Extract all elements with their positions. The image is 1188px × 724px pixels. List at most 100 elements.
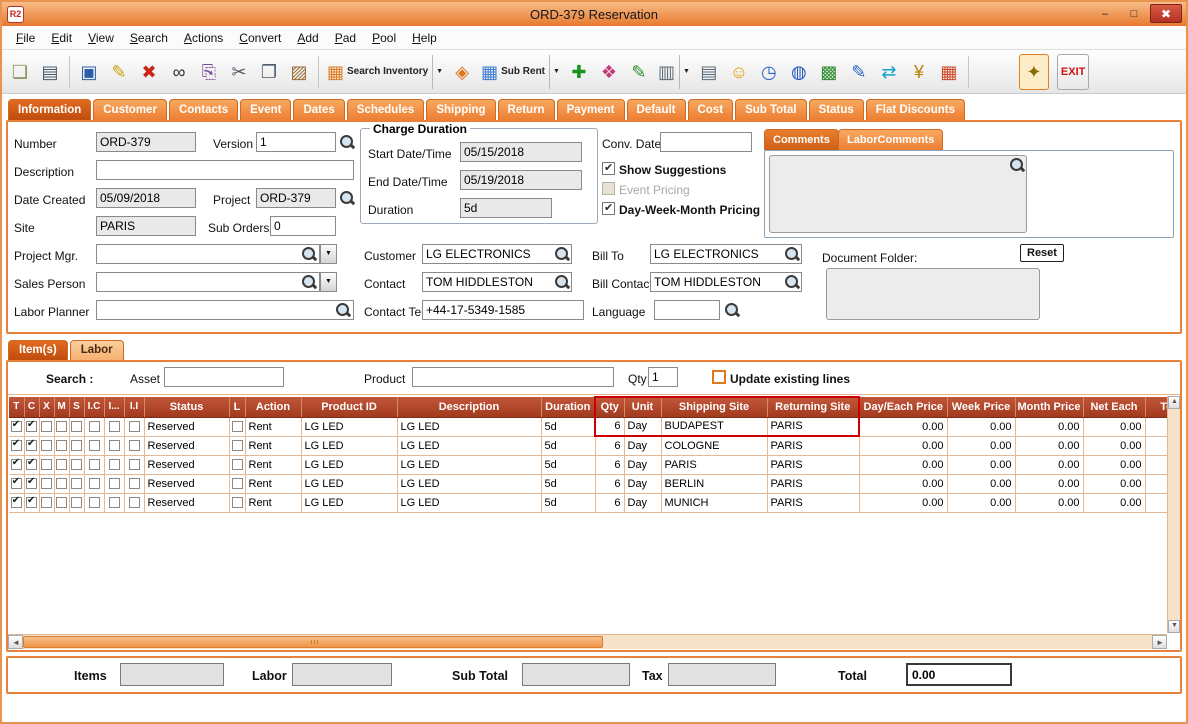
language-search-icon[interactable] <box>724 302 740 318</box>
cell-action[interactable]: Rent <box>245 493 302 513</box>
row-checkbox-t[interactable] <box>10 495 22 508</box>
cell-l[interactable] <box>229 455 246 475</box>
cell-action[interactable]: Rent <box>245 455 302 475</box>
column-header-status[interactable]: Status <box>144 397 230 418</box>
horizontal-scrollbar-thumb[interactable] <box>23 636 603 648</box>
cell-description[interactable]: LG LED <box>397 417 542 437</box>
cell-l[interactable] <box>229 436 246 456</box>
delete-button[interactable]: ✖ <box>134 54 164 90</box>
menu-item-pad[interactable]: Pad <box>327 28 364 48</box>
close-button[interactable]: ✖ <box>1150 4 1182 23</box>
cell-status[interactable]: Reserved <box>144 417 230 437</box>
cell-product-id[interactable]: LG LED <box>301 455 398 475</box>
project-mgr-search-icon[interactable] <box>301 246 317 262</box>
cell-i-c[interactable] <box>84 474 105 494</box>
tab-labor[interactable]: Labor <box>69 340 124 360</box>
project-mgr-input[interactable] <box>96 244 320 264</box>
menu-item-pool[interactable]: Pool <box>364 28 404 48</box>
cell-x[interactable] <box>39 436 55 456</box>
row-checkbox-s[interactable] <box>71 477 82 489</box>
row-checkbox-m[interactable] <box>56 496 67 508</box>
cell-shipping-site[interactable]: PARIS <box>661 455 768 475</box>
cell-s[interactable] <box>69 417 85 437</box>
row-checkbox-m[interactable] <box>56 420 67 432</box>
column-header-shipping-site[interactable]: Shipping Site <box>661 396 768 418</box>
total-input[interactable] <box>906 663 1012 686</box>
sales-person-input[interactable] <box>96 272 320 292</box>
cell-s[interactable] <box>69 493 85 513</box>
project-mgr-dropdown-button[interactable] <box>320 244 337 264</box>
bill-contact-search-icon[interactable] <box>784 274 800 290</box>
find-button[interactable]: ∞ <box>164 54 194 90</box>
items-total-input[interactable] <box>120 663 224 686</box>
row-checkbox-t[interactable] <box>10 476 22 489</box>
row-checkbox-x[interactable] <box>41 477 52 489</box>
cell-status[interactable]: Reserved <box>144 436 230 456</box>
cell-qty[interactable]: 6 <box>595 493 625 513</box>
row-checkbox-s[interactable] <box>71 458 82 470</box>
rubik-button[interactable]: ▦ <box>934 54 964 90</box>
horizontal-scrollbar[interactable] <box>8 634 1167 649</box>
cell-t[interactable] <box>9 493 25 513</box>
menu-item-file[interactable]: File <box>8 28 43 48</box>
chevron-down-icon[interactable] <box>678 54 690 89</box>
tab-schedules[interactable]: Schedules <box>346 99 425 120</box>
cell-m[interactable] <box>54 474 70 494</box>
cell-net-each[interactable]: 0.00 <box>1083 455 1146 475</box>
row-checkbox-i-c[interactable] <box>88 458 100 470</box>
cell-status[interactable]: Reserved <box>144 493 230 513</box>
tab-status[interactable]: Status <box>808 99 864 120</box>
copy-button[interactable]: ❐ <box>254 54 284 90</box>
cell-unit[interactable]: Day <box>624 493 662 513</box>
cell-t[interactable] <box>9 455 25 475</box>
row-checkbox-l[interactable] <box>231 458 243 470</box>
bill-to-input[interactable] <box>650 244 802 264</box>
cell-total[interactable]: 0.00 <box>1145 474 1167 494</box>
project-search-icon[interactable] <box>339 190 355 206</box>
cell-action[interactable]: Rent <box>245 474 302 494</box>
bill-to-search-icon[interactable] <box>784 246 800 262</box>
cell-m[interactable] <box>54 436 70 456</box>
row-checkbox-i-c[interactable] <box>88 477 100 489</box>
row-checkbox-x[interactable] <box>41 496 52 508</box>
cell-x[interactable] <box>39 474 55 494</box>
cell-i-i[interactable] <box>124 474 145 494</box>
cell-day-each-price[interactable]: 0.00 <box>859 417 948 437</box>
labor-planner-input[interactable] <box>96 300 354 320</box>
cell-week-price[interactable]: 0.00 <box>947 474 1016 494</box>
edit-form-button[interactable]: ✎ <box>844 54 874 90</box>
column-header-qty[interactable]: Qty <box>594 396 625 418</box>
cell-s[interactable] <box>69 455 85 475</box>
site-input[interactable] <box>96 216 196 236</box>
menu-item-help[interactable]: Help <box>404 28 445 48</box>
row-checkbox-i-i[interactable] <box>128 439 140 451</box>
row-checkbox-x[interactable] <box>41 439 52 451</box>
cell-product-id[interactable]: LG LED <box>301 417 398 437</box>
cell-description[interactable]: LG LED <box>397 455 542 475</box>
row-checkbox-c[interactable] <box>26 495 37 508</box>
cell-product-id[interactable]: LG LED <box>301 474 398 494</box>
table-row[interactable]: ReservedRentLG LEDLG LED5d6DayPARISPARIS… <box>9 455 1167 475</box>
document-folder-box[interactable] <box>826 268 1040 320</box>
bill-contact-input[interactable] <box>650 272 802 292</box>
cell-week-price[interactable]: 0.00 <box>947 417 1016 437</box>
column-header-day-each-price[interactable]: Day/Each Price <box>859 397 948 418</box>
cell-i[interactable] <box>104 493 125 513</box>
scroll-right-button[interactable] <box>1152 635 1167 649</box>
column-header-i[interactable]: I... <box>104 397 125 418</box>
save-button[interactable]: ▣ <box>74 54 104 90</box>
cell-week-price[interactable]: 0.00 <box>947 493 1016 513</box>
row-checkbox-c[interactable] <box>26 438 37 451</box>
find-document-button[interactable]: ⎘ <box>194 54 224 90</box>
row-checkbox-i[interactable] <box>108 477 120 489</box>
column-header-x[interactable]: X <box>39 397 55 418</box>
cell-qty[interactable]: 6 <box>595 436 625 456</box>
tab-flat-discounts[interactable]: Flat Discounts <box>865 99 965 120</box>
menu-item-view[interactable]: View <box>80 28 122 48</box>
row-checkbox-s[interactable] <box>71 439 82 451</box>
cell-description[interactable]: LG LED <box>397 436 542 456</box>
cell-shipping-site[interactable]: COLOGNE <box>661 436 768 456</box>
comments-textarea[interactable] <box>769 155 1027 233</box>
row-checkbox-l[interactable] <box>231 496 243 508</box>
cell-day-each-price[interactable]: 0.00 <box>859 436 948 456</box>
